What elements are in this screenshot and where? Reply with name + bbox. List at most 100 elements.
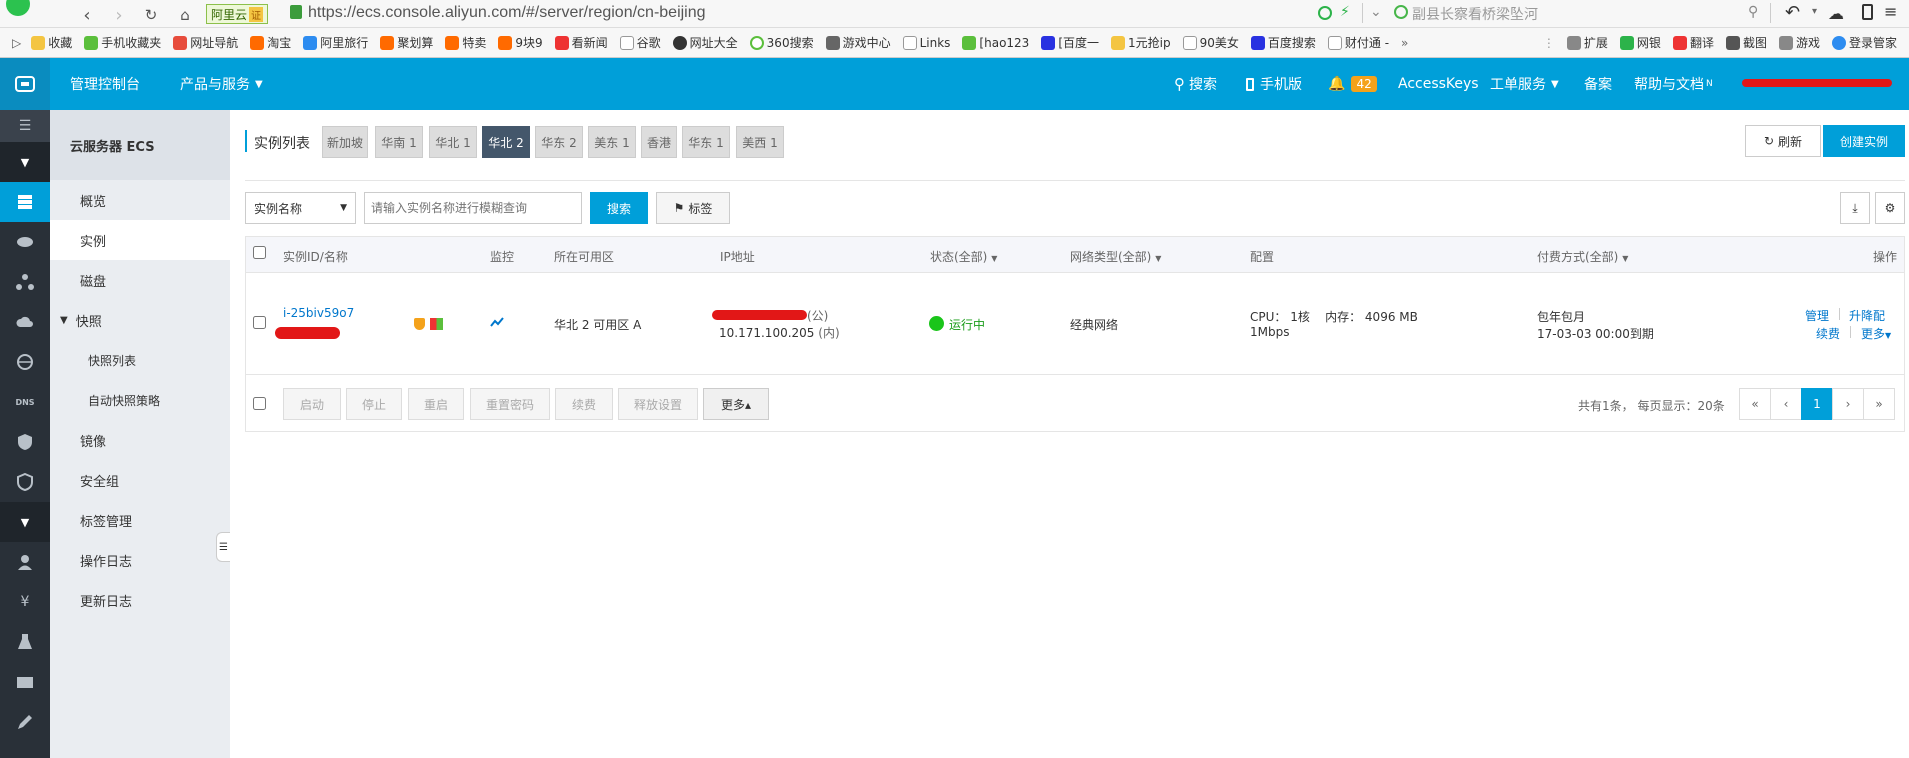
bookmark-item[interactable]: 网址导航 xyxy=(173,34,238,51)
sidebar-item-overview[interactable]: 概览 xyxy=(50,180,230,220)
filter-select[interactable]: 实例名称 ▼ xyxy=(245,192,356,224)
bookmark-item[interactable]: 游戏中心 xyxy=(825,34,891,51)
bookmark-item[interactable]: 阿里旅行 xyxy=(303,34,368,51)
beian-link[interactable]: 备案 xyxy=(1584,58,1612,110)
reset-password-button[interactable]: 重置密码 xyxy=(470,388,550,420)
renew-link[interactable]: 续费 xyxy=(1816,325,1840,342)
last-page-button[interactable]: » xyxy=(1863,388,1895,420)
aliyun-logo-icon[interactable] xyxy=(0,58,50,110)
undo-icon[interactable]: ↶ xyxy=(1785,2,1800,23)
bookmark-item[interactable]: 财付通 - xyxy=(1327,34,1389,51)
home-icon[interactable]: ⌂ xyxy=(174,4,196,26)
bookmark-item[interactable]: 网址大全 xyxy=(672,34,738,51)
renew-button[interactable]: 续费 xyxy=(555,388,613,420)
sidebar-item-snapshot-list[interactable]: 快照列表 xyxy=(50,340,230,380)
phone-icon[interactable] xyxy=(1862,4,1873,20)
url-field[interactable]: https://ecs.console.aliyun.com/#/server/… xyxy=(308,4,706,22)
hamburger-icon[interactable]: ☰ xyxy=(0,110,50,142)
select-all-checkbox[interactable] xyxy=(253,246,266,259)
create-instance-button[interactable]: 创建实例 xyxy=(1823,125,1905,157)
bookmark-item[interactable]: 收藏 xyxy=(31,34,72,51)
collapse-chevron-icon[interactable]: ▼ xyxy=(0,142,50,182)
toolbar-item-translate[interactable]: 翻译 xyxy=(1672,34,1714,51)
restart-button[interactable]: 重启 xyxy=(408,388,464,420)
toolbar-item-games[interactable]: 游戏 xyxy=(1778,34,1820,51)
sync-icon[interactable] xyxy=(1318,6,1332,20)
region-tab[interactable]: 香港 xyxy=(641,126,677,158)
menu-icon[interactable]: ≡ xyxy=(1884,2,1897,21)
search-icon[interactable]: ⚲ xyxy=(1748,4,1758,20)
console-home-link[interactable]: 管理控制台 xyxy=(70,58,140,110)
bookmark-overflow[interactable]: » xyxy=(1401,36,1408,50)
manage-link[interactable]: 管理 xyxy=(1805,307,1829,324)
instance-search-input[interactable] xyxy=(364,192,582,224)
page-1-button[interactable]: 1 xyxy=(1801,388,1833,420)
more-actions-link[interactable]: 更多▼ xyxy=(1861,325,1891,342)
first-page-button[interactable]: « xyxy=(1739,388,1771,420)
tag-filter-button[interactable]: ⚑ 标签 xyxy=(656,192,730,224)
collapse-chevron-icon[interactable]: ▼ xyxy=(0,502,50,542)
browser-search-input[interactable]: 副县长察看桥梁坠河 xyxy=(1412,4,1742,24)
instance-id-link[interactable]: i-25biv59o7 xyxy=(283,306,354,320)
cloud-icon[interactable]: ☁ xyxy=(1828,4,1844,23)
user-icon[interactable] xyxy=(0,542,50,582)
bookmark-item[interactable]: 9块9 xyxy=(498,34,543,51)
prev-page-button[interactable]: ‹ xyxy=(1770,388,1802,420)
start-button[interactable]: 启动 xyxy=(283,388,341,420)
toolbar-item-extend[interactable]: 扩展 xyxy=(1566,34,1608,51)
sidebar-item-snapshots[interactable]: ▼ 快照 xyxy=(50,300,230,340)
toolbar-item-bank[interactable]: 网银 xyxy=(1619,34,1661,51)
bookmark-item[interactable]: 1元抢ip xyxy=(1111,34,1171,51)
toolbar-item-screenshot[interactable]: 截图 xyxy=(1725,34,1767,51)
reload-icon[interactable]: ↻ xyxy=(140,4,162,26)
column-header-billing[interactable]: 付费方式(全部) ▼ xyxy=(1537,248,1628,265)
ecs-server-icon[interactable] xyxy=(0,182,50,222)
monitor-chart-icon[interactable] xyxy=(490,316,504,332)
mail-icon[interactable] xyxy=(0,662,50,702)
toolbar-item-login[interactable]: 登录管家 xyxy=(1831,34,1897,51)
sidebar-item-images[interactable]: 镜像 xyxy=(50,420,230,460)
row-checkbox[interactable] xyxy=(253,316,266,329)
products-menu[interactable]: 产品与服务 ▼ xyxy=(180,58,263,110)
site-badge[interactable]: 阿里云 证 xyxy=(206,4,269,24)
accesskeys-link[interactable]: AccessKeys xyxy=(1398,58,1479,110)
export-icon[interactable]: ⤓ xyxy=(1840,192,1870,224)
notifications[interactable]: 🔔 42 xyxy=(1328,58,1377,110)
dns-icon[interactable]: DNS xyxy=(0,382,50,422)
bookmark-item[interactable]: 手机收藏夹 xyxy=(84,34,161,51)
undo-dropdown-icon[interactable]: ▾ xyxy=(1812,6,1817,17)
sidebar-item-tags[interactable]: 标签管理 xyxy=(50,500,230,540)
bulk-select-checkbox[interactable] xyxy=(253,397,266,410)
more-bulk-button[interactable]: 更多▴ xyxy=(703,388,769,420)
bookmark-item[interactable]: 聚划算 xyxy=(380,34,433,51)
bookmark-item[interactable]: 百度搜索 xyxy=(1250,34,1316,51)
region-tab[interactable]: 华东 1 xyxy=(682,126,730,158)
flask-icon[interactable] xyxy=(0,622,50,662)
cdn-icon[interactable] xyxy=(0,222,50,262)
bookmark-item[interactable]: [hao123 xyxy=(962,35,1029,50)
next-page-button[interactable]: › xyxy=(1832,388,1864,420)
upgrade-link[interactable]: 升降配 xyxy=(1849,307,1885,324)
release-settings-button[interactable]: 释放设置 xyxy=(618,388,698,420)
mobile-version-link[interactable]: 手机版 xyxy=(1246,58,1302,110)
network-icon[interactable] xyxy=(0,262,50,302)
bookmark-item[interactable]: Links xyxy=(902,35,950,50)
sidebar-item-disks[interactable]: 磁盘 xyxy=(50,260,230,300)
region-tab[interactable]: 华南 1 xyxy=(375,126,423,158)
forward-icon[interactable]: › xyxy=(108,4,130,26)
sidebar-item-security-groups[interactable]: 安全组 xyxy=(50,460,230,500)
bookmark-item[interactable]: 90美女 xyxy=(1182,34,1239,51)
bookmark-item[interactable]: 360搜索 xyxy=(749,34,814,51)
stop-button[interactable]: 停止 xyxy=(346,388,402,420)
bookmark-item[interactable]: [百度一 xyxy=(1041,34,1099,51)
redacted-account[interactable] xyxy=(1742,79,1892,87)
tickets-menu[interactable]: 工单服务 ▼ xyxy=(1490,58,1559,110)
search-button[interactable]: 搜索 xyxy=(590,192,648,224)
security-check-icon[interactable] xyxy=(0,462,50,502)
region-tab[interactable]: 美东 1 xyxy=(588,126,636,158)
settings-gear-icon[interactable]: ⚙ xyxy=(1875,192,1905,224)
back-icon[interactable]: ‹ xyxy=(76,4,98,26)
yuan-icon[interactable]: ¥ xyxy=(0,582,50,622)
bookmark-item[interactable]: 特卖 xyxy=(445,34,486,51)
sidebar-item-auto-snapshot[interactable]: 自动快照策略 xyxy=(50,380,230,420)
